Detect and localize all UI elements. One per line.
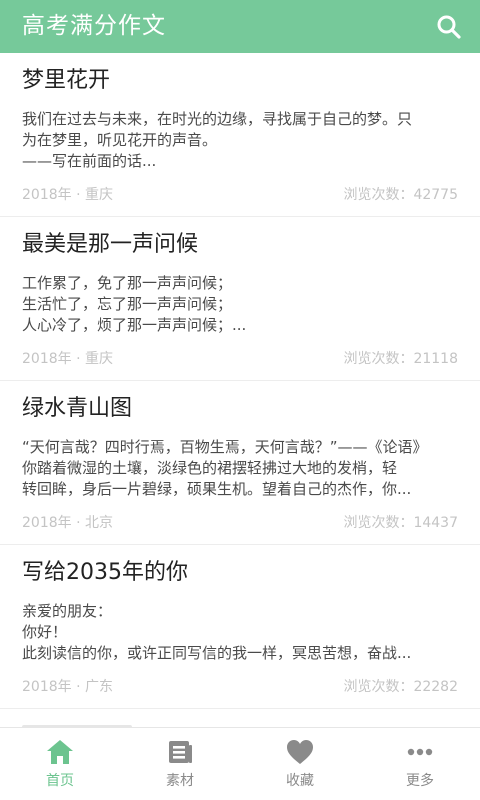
excerpt-line: 转回眸，身后一片碧绿，硕果生机。望着自己的杰作，你... [22, 480, 412, 498]
article-meta: 2018年 · 重庆 浏览次数：42775 [22, 186, 458, 204]
excerpt-line: 此刻读信的你，或许正同写信的我一样，冥思苦想，奋战... [22, 644, 412, 662]
search-icon [437, 15, 461, 39]
app-screen: 高考满分作文 梦里花开 我们在过去与未来，在时光的边缘，寻找属于自己的梦。只 为… [0, 0, 480, 800]
article-excerpt: 我们在过去与未来，在时光的边缘，寻找属于自己的梦。只 为在梦里，听见花开的声音。… [22, 109, 458, 172]
article-year-location: 2018年 · 广东 [22, 679, 113, 695]
article-year-location: 2018年 · 北京 [22, 515, 113, 531]
excerpt-line: “天何言哉？四时行焉，百物生焉，天何言哉？”——《论语》 [22, 438, 428, 456]
excerpt-line: 生活忙了，忘了那一声声问候； [22, 295, 233, 313]
article-list: 梦里花开 我们在过去与未来，在时光的边缘，寻找属于自己的梦。只 为在梦里，听见花… [0, 53, 480, 728]
nav-home[interactable]: 首页 [0, 728, 120, 800]
excerpt-line: 我们在过去与未来，在时光的边缘，寻找属于自己的梦。只 [22, 110, 413, 128]
nav-label: 更多 [406, 773, 434, 789]
app-title: 高考满分作文 [22, 13, 166, 39]
article-year-location: 2018年 · 重庆 [22, 351, 113, 367]
excerpt-line: 为在梦里，听见花开的声音。 [22, 131, 218, 149]
excerpt-line: 人心冷了，烦了那一声声问候；... [22, 316, 247, 334]
excerpt-line: 你好！ [22, 623, 68, 641]
nav-label: 首页 [46, 773, 74, 789]
article-card[interactable]: 梦里花开 我们在过去与未来，在时光的边缘，寻找属于自己的梦。只 为在梦里，听见花… [0, 53, 480, 217]
article-view-count: 浏览次数：42775 [343, 187, 458, 203]
more-icon [404, 738, 436, 766]
article-view-count: 浏览次数：14437 [343, 515, 458, 531]
article-year-location: 2018年 · 重庆 [22, 187, 113, 203]
bottom-navigation: 首页 素材 收藏 更多 [0, 727, 480, 800]
article-meta: 2018年 · 广东 浏览次数：22282 [22, 678, 458, 696]
article-meta: 2018年 · 北京 浏览次数：14437 [22, 514, 458, 532]
book-icon [164, 738, 196, 766]
article-title: 梦里花开 [22, 68, 111, 93]
nav-label: 收藏 [286, 773, 314, 789]
excerpt-line: ——写在前面的话... [22, 152, 157, 170]
article-excerpt: 工作累了，免了那一声声问候； 生活忙了，忘了那一声声问候； 人心冷了，烦了那一声… [22, 273, 458, 336]
nav-materials[interactable]: 素材 [120, 728, 240, 800]
article-card[interactable]: 写给2035年的你 亲爱的朋友： 你好！ 此刻读信的你，或许正同写信的我一样，冥… [0, 545, 480, 709]
article-card[interactable]: 最美是那一声问候 工作累了，免了那一声声问候； 生活忙了，忘了那一声声问候； 人… [0, 217, 480, 381]
article-title: 绿水青山图 [22, 396, 133, 421]
heart-icon [284, 738, 316, 766]
article-excerpt: 亲爱的朋友： 你好！ 此刻读信的你，或许正同写信的我一样，冥思苦想，奋战... [22, 601, 458, 664]
app-header: 高考满分作文 [0, 0, 480, 53]
excerpt-line: 你踏着微湿的土壤，淡绿色的裙摆轻拂过大地的发梢，轻 [22, 459, 398, 477]
excerpt-line: 工作累了，免了那一声声问候； [22, 274, 233, 292]
article-meta: 2018年 · 重庆 浏览次数：21118 [22, 350, 458, 368]
nav-favorites[interactable]: 收藏 [240, 728, 360, 800]
article-card-partial[interactable] [0, 709, 480, 728]
article-title: 最美是那一声问候 [22, 232, 199, 257]
article-card[interactable]: 绿水青山图 “天何言哉？四时行焉，百物生焉，天何言哉？”——《论语》 你踏着微湿… [0, 381, 480, 545]
home-icon [44, 738, 76, 766]
nav-label: 素材 [166, 773, 194, 789]
nav-more[interactable]: 更多 [360, 728, 480, 800]
excerpt-line: 亲爱的朋友： [22, 602, 113, 620]
article-title: 写给2035年的你 [22, 560, 188, 585]
article-view-count: 浏览次数：22282 [343, 679, 458, 695]
article-view-count: 浏览次数：21118 [343, 351, 458, 367]
search-button[interactable] [434, 12, 464, 42]
article-excerpt: “天何言哉？四时行焉，百物生焉，天何言哉？”——《论语》 你踏着微湿的土壤，淡绿… [22, 437, 458, 500]
